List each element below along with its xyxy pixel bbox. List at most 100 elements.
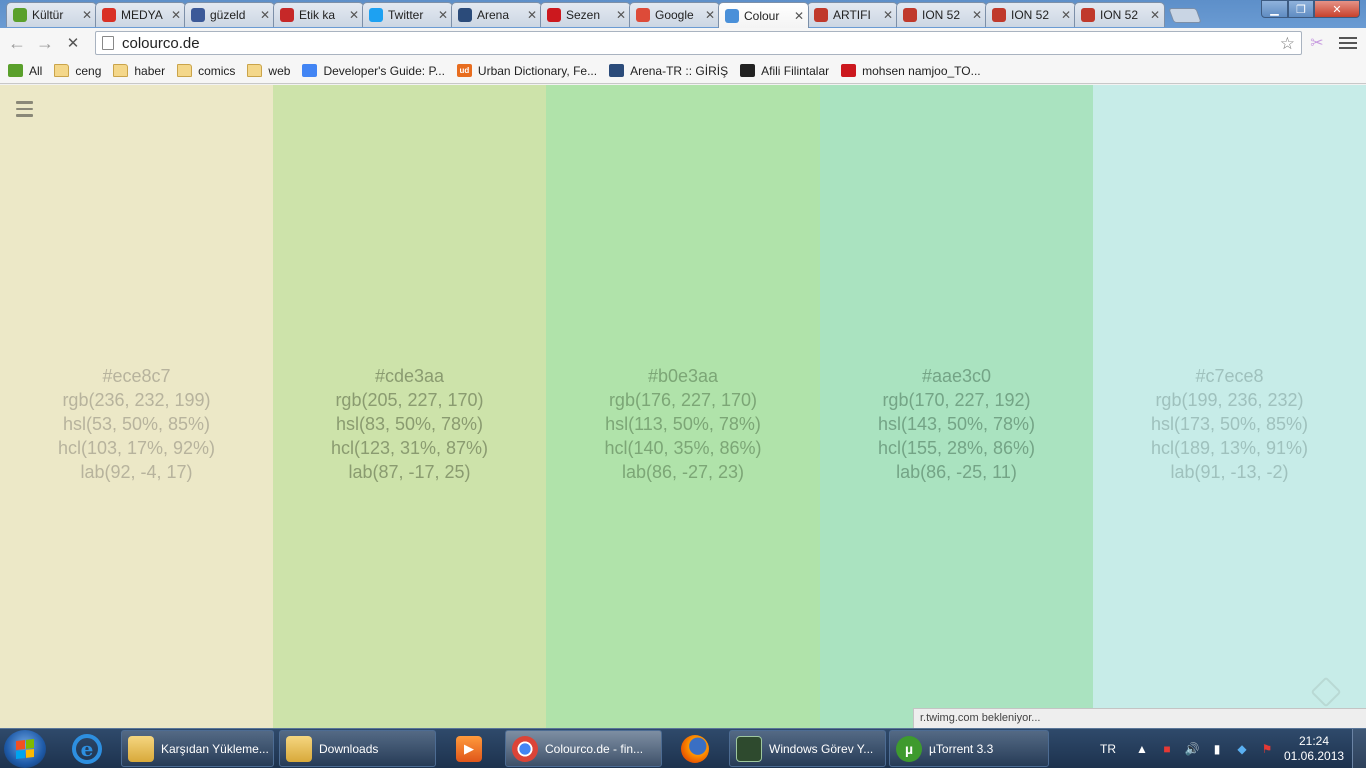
color-swatch[interactable]: #b0e3aa rgb(176, 227, 170) hsl(113, 50%, 7… [546, 85, 820, 728]
extension-icon[interactable]: ✂ [1307, 33, 1327, 53]
forward-button[interactable]: → [34, 32, 56, 54]
folder-icon [177, 64, 193, 77]
tab-close-icon[interactable]: ✕ [82, 8, 92, 22]
internet-explorer-taskbar-button[interactable]: e [58, 730, 116, 767]
taskbar-window-button[interactable]: Karşıdan Yükleme... [121, 730, 274, 767]
color-hsl-value[interactable]: hsl(113, 50%, 78%) [546, 412, 820, 436]
color-swatch[interactable]: #cde3aa rgb(205, 227, 170) hsl(83, 50%, 78… [273, 85, 546, 728]
color-rgb-value[interactable]: rgb(170, 227, 192) [820, 388, 1093, 412]
tab-close-icon[interactable]: ✕ [616, 8, 626, 22]
bookmark-item[interactable]: Developer's Guide: P... [302, 64, 445, 78]
action-center-icon[interactable]: ⚑ [1259, 741, 1275, 757]
show-hidden-icons-icon[interactable]: ▲ [1134, 741, 1150, 757]
bookmark-item[interactable]: ud Urban Dictionary, Fe... [456, 64, 597, 78]
tab-close-icon[interactable]: ✕ [349, 8, 359, 22]
security-icon[interactable]: ■ [1159, 741, 1175, 757]
minimize-button[interactable]: ▁ [1261, 0, 1288, 18]
close-window-button[interactable]: ✕ [1314, 0, 1360, 18]
network-icon[interactable]: ▮ [1209, 741, 1225, 757]
taskbar-window-button[interactable]: Downloads [279, 730, 436, 767]
tab-close-icon[interactable]: ✕ [438, 8, 448, 22]
tab-close-icon[interactable]: ✕ [883, 8, 893, 22]
color-hcl-value[interactable]: hcl(103, 17%, 92%) [0, 436, 273, 460]
color-hcl-value[interactable]: hcl(140, 35%, 86%) [546, 436, 820, 460]
browser-tab[interactable]: Etik ka ✕ [273, 2, 364, 27]
color-hcl-value[interactable]: hcl(155, 28%, 86%) [820, 436, 1093, 460]
bookmark-item[interactable]: mohsen namjoo_TO... [841, 64, 981, 78]
bookmark-item[interactable]: All [8, 64, 42, 78]
start-button[interactable] [4, 730, 46, 768]
browser-tab[interactable]: ION 52 ✕ [1074, 2, 1165, 27]
clock-date: 01.06.2013 [1284, 749, 1345, 763]
color-lab-value[interactable]: lab(86, -27, 23) [546, 460, 820, 484]
maximize-button[interactable]: ❐ [1288, 0, 1314, 18]
color-hex-value[interactable]: #c7ece8 [1093, 364, 1366, 388]
bookmark-item[interactable]: Afili Filintalar [740, 64, 829, 78]
color-lab-value[interactable]: lab(86, -25, 11) [820, 460, 1093, 484]
bookmark-item[interactable]: comics [177, 64, 235, 78]
tab-close-icon[interactable]: ✕ [260, 8, 270, 22]
new-tab-button[interactable] [1168, 8, 1202, 23]
bookmark-item[interactable]: web [247, 64, 290, 78]
color-rgb-value[interactable]: rgb(236, 232, 199) [0, 388, 273, 412]
taskbar-window-button[interactable]: Colourco.de - fin... [505, 730, 662, 767]
tab-close-icon[interactable]: ✕ [972, 8, 982, 22]
windows-logo-icon [16, 739, 34, 759]
tab-close-icon[interactable]: ✕ [705, 8, 715, 22]
color-rgb-value[interactable]: rgb(205, 227, 170) [273, 388, 546, 412]
tab-close-icon[interactable]: ✕ [171, 8, 181, 22]
color-lab-value[interactable]: lab(91, -13, -2) [1093, 460, 1366, 484]
hamburger-menu-icon[interactable] [16, 101, 33, 118]
browser-tab[interactable]: ION 52 ✕ [896, 2, 987, 27]
browser-tab[interactable]: Kültür ✕ [6, 2, 97, 27]
color-swatch[interactable]: #ece8c7 rgb(236, 232, 199) hsl(53, 50%, 85… [0, 85, 273, 728]
bookmark-item[interactable]: Arena-TR :: GİRİŞ [609, 64, 728, 78]
firefox-taskbar-button[interactable] [666, 730, 724, 767]
back-button[interactable]: ← [6, 32, 28, 54]
browser-tab[interactable]: Twitter ✕ [362, 2, 453, 27]
browser-tab[interactable]: güzeld ✕ [184, 2, 275, 27]
color-swatch[interactable]: #c7ece8 rgb(199, 236, 232) hsl(173, 50%, 8… [1093, 85, 1366, 728]
color-hex-value[interactable]: #ece8c7 [0, 364, 273, 388]
color-swatch[interactable]: #aae3c0 rgb(170, 227, 192) hsl(143, 50%, 7… [820, 85, 1093, 728]
language-indicator[interactable]: TR [1100, 742, 1116, 756]
stop-loading-button[interactable]: ✕ [62, 32, 84, 54]
color-hex-value[interactable]: #b0e3aa [546, 364, 820, 388]
taskbar-window-button[interactable]: Windows Görev Y... [729, 730, 886, 767]
color-hsl-value[interactable]: hsl(143, 50%, 78%) [820, 412, 1093, 436]
dropbox-icon[interactable]: ◆ [1234, 741, 1250, 757]
browser-tab[interactable]: MEDYA ✕ [95, 2, 186, 27]
color-rgb-value[interactable]: rgb(176, 227, 170) [546, 388, 820, 412]
color-hsl-value[interactable]: hsl(83, 50%, 78%) [273, 412, 546, 436]
color-hex-value[interactable]: #cde3aa [273, 364, 546, 388]
color-hcl-value[interactable]: hcl(189, 13%, 91%) [1093, 436, 1366, 460]
browser-tab[interactable]: Google ✕ [629, 2, 720, 27]
browser-tab[interactable]: ION 52 ✕ [985, 2, 1076, 27]
bookmark-item[interactable]: ceng [54, 64, 101, 78]
tab-close-icon[interactable]: ✕ [794, 9, 804, 23]
color-hsl-value[interactable]: hsl(53, 50%, 85%) [0, 412, 273, 436]
color-lab-value[interactable]: lab(92, -4, 17) [0, 460, 273, 484]
volume-icon[interactable]: 🔊 [1184, 741, 1200, 757]
bookmark-item[interactable]: haber [113, 64, 165, 78]
clock[interactable]: 21:24 01.06.2013 [1284, 734, 1344, 764]
color-rgb-value[interactable]: rgb(199, 236, 232) [1093, 388, 1366, 412]
browser-tab[interactable]: Colour ✕ [718, 2, 809, 28]
color-lab-value[interactable]: lab(87, -17, 25) [273, 460, 546, 484]
address-bar[interactable]: colourco.de ☆ [95, 31, 1302, 55]
color-hex-value[interactable]: #aae3c0 [820, 364, 1093, 388]
browser-tab[interactable]: ARTIFI ✕ [807, 2, 898, 27]
taskbar-window-button[interactable]: µ µTorrent 3.3 [889, 730, 1049, 767]
browser-tab[interactable]: Arena ✕ [451, 2, 542, 27]
tab-close-icon[interactable]: ✕ [1061, 8, 1071, 22]
bookmark-star-icon[interactable]: ☆ [1280, 34, 1295, 54]
color-hcl-value[interactable]: hcl(123, 31%, 87%) [273, 436, 546, 460]
url-text[interactable]: colourco.de [122, 35, 200, 52]
tab-close-icon[interactable]: ✕ [527, 8, 537, 22]
chrome-menu-button[interactable] [1339, 34, 1357, 52]
browser-tab[interactable]: Sezen ✕ [540, 2, 631, 27]
color-hsl-value[interactable]: hsl(173, 50%, 85%) [1093, 412, 1366, 436]
show-desktop-button[interactable] [1352, 729, 1366, 768]
media-player-taskbar-button[interactable]: ▶ [440, 730, 498, 767]
tab-close-icon[interactable]: ✕ [1150, 8, 1160, 22]
